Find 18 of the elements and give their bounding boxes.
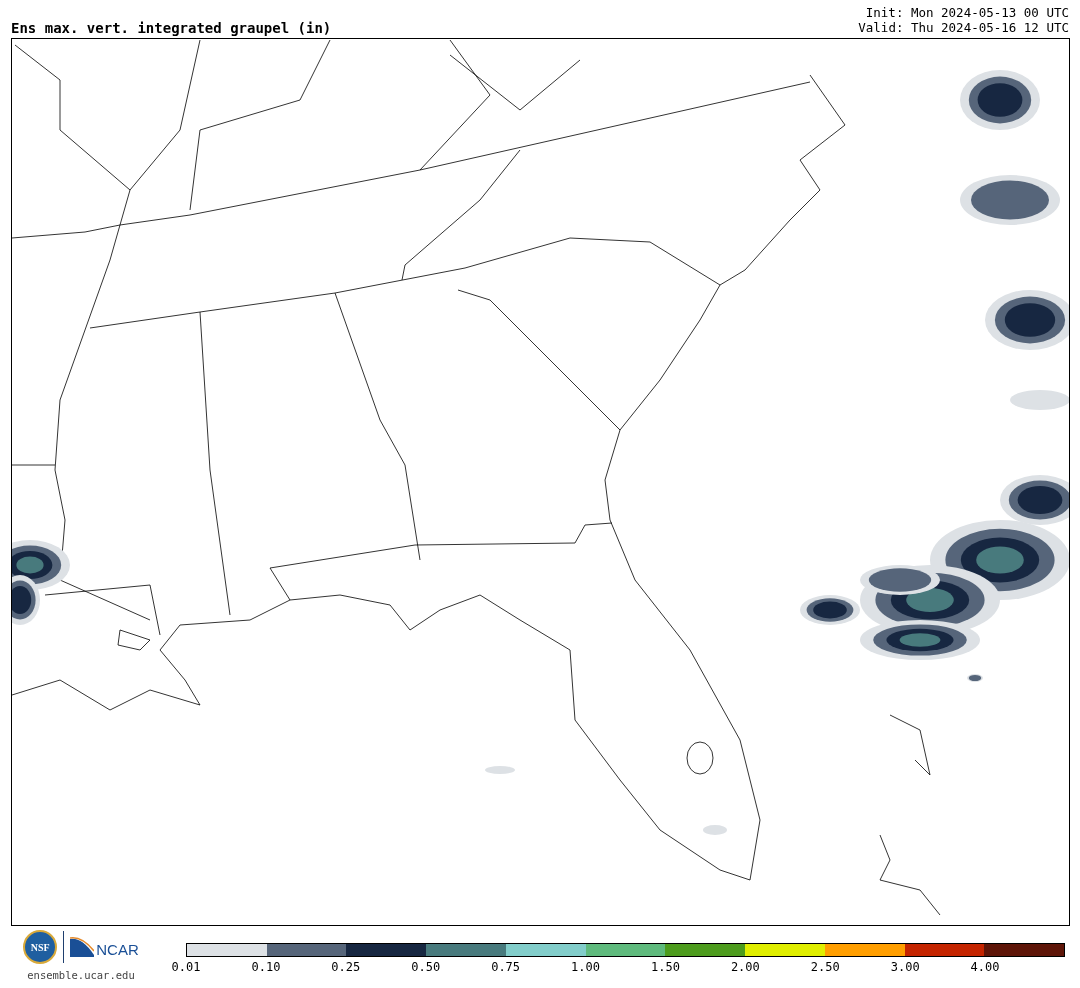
colorbar-label: 0.25 [331, 961, 361, 973]
colorbar-label: 0.75 [491, 961, 521, 973]
valid-time: Valid: Thu 2024-05-16 12 UTC [858, 20, 1069, 35]
colorbar-label: 0.01 [171, 961, 201, 973]
colorbar-label: 2.00 [730, 961, 760, 973]
colorbar-label: 0.10 [251, 961, 281, 973]
site-url: ensemble.ucar.edu [27, 968, 135, 983]
colorbar-label: 0.50 [411, 961, 441, 973]
colorbar-label: 1.00 [571, 961, 600, 973]
ncar-swoosh-icon [70, 937, 95, 957]
colorbar-label: 4.00 [970, 961, 1000, 973]
colorbar-label: 3.00 [890, 961, 920, 973]
ncar-logo: NCAR [96, 942, 139, 957]
colorbar-label: 2.50 [810, 961, 840, 973]
map-title: Ens max. vert. integrated graupel (in) [11, 21, 332, 35]
nsf-logo: NSF [23, 930, 58, 964]
init-time: Init: Mon 2024-05-13 00 UTC [865, 5, 1069, 20]
colorbar-label: 1.50 [651, 961, 680, 973]
